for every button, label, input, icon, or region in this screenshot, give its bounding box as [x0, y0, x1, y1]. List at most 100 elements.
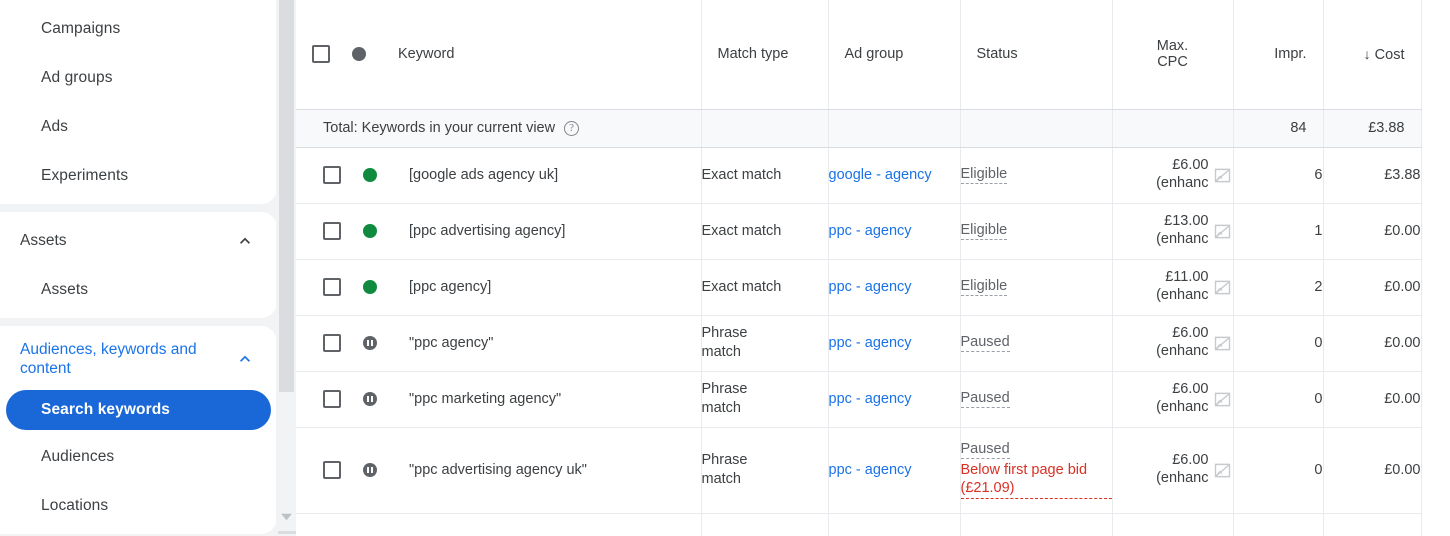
broken-image-icon: [1214, 280, 1230, 294]
select-all-checkbox-icon[interactable]: [312, 45, 330, 64]
status-badge[interactable]: Eligible: [960, 278, 1008, 297]
column-header-ad-group[interactable]: Ad group: [828, 0, 961, 110]
row-ad-group: ppc - agency: [828, 259, 961, 316]
total-cost: £3.88: [1323, 109, 1422, 148]
status-dot-icon: [363, 168, 377, 182]
checkbox-icon[interactable]: [323, 222, 341, 240]
row-match-type: Exact match: [701, 147, 829, 204]
nav-card-campaign-section: Campaigns Ad groups Ads Experiments: [0, 0, 277, 204]
nav-card-audiences-keywords-section: Audiences, keywords and content Search k…: [0, 326, 277, 534]
row-cost: £0.00: [1323, 315, 1422, 372]
total-maxcpc-cell: [1112, 109, 1234, 148]
table-row[interactable]: "ppc marketing agency" Phrase match ppc …: [296, 371, 1422, 428]
keyword-text: [ppc agency]: [409, 279, 492, 295]
sidebar-item-assets[interactable]: Assets: [0, 265, 277, 314]
sidebar-item-campaigns[interactable]: Campaigns: [0, 4, 277, 53]
sidebar-item-ad-groups[interactable]: Ad groups: [0, 53, 277, 102]
row-ad-group: ppc - agency: [828, 315, 961, 372]
sidebar-group-audiences-keywords-content[interactable]: Audiences, keywords and content: [0, 330, 277, 388]
status-badge[interactable]: Eligible: [960, 166, 1008, 185]
checkbox-icon[interactable]: [323, 334, 341, 352]
sidebar-item-label: Experiments: [41, 166, 129, 184]
keyword-text: "ppc marketing agency": [409, 391, 562, 407]
row-max-cpc: [1112, 513, 1234, 536]
column-header-keyword[interactable]: Keyword: [296, 0, 702, 110]
column-header-status[interactable]: Status: [960, 0, 1113, 110]
ad-group-link[interactable]: ppc - agency: [829, 223, 912, 239]
sidebar-item-audiences[interactable]: Audiences: [0, 432, 277, 481]
row-impressions: 0: [1233, 371, 1324, 428]
status-badge[interactable]: Paused: [960, 441, 1010, 460]
sidebar-item-ads[interactable]: Ads: [0, 102, 277, 151]
ad-group-link[interactable]: google - agency: [829, 167, 932, 183]
row-match-type: [701, 513, 829, 536]
row-max-cpc: £6.00 (enhanc: [1112, 315, 1234, 372]
keywords-table-panel: Keyword Match type Ad group Status Max. …: [296, 0, 1450, 536]
row-impressions: 0: [1233, 427, 1324, 514]
row-match-type: Exact match: [701, 203, 829, 260]
status-badge[interactable]: Paused: [960, 390, 1010, 409]
table-row-partial[interactable]: [296, 513, 1422, 536]
status-badge[interactable]: Paused: [960, 334, 1010, 353]
row-cost: £0.00: [1323, 259, 1422, 316]
column-header-label: Max. CPC: [1156, 38, 1189, 71]
row-max-cpc: £11.00 (enhanc: [1112, 259, 1234, 316]
status-badge[interactable]: Eligible: [960, 222, 1008, 241]
row-cost: £0.00: [1323, 371, 1422, 428]
row-impressions: 2: [1233, 259, 1324, 316]
column-header-label: Status: [976, 46, 1018, 63]
chevron-up-icon[interactable]: [233, 347, 257, 371]
column-header-max-cpc[interactable]: Max. CPC: [1112, 0, 1234, 110]
scroll-down-arrow-icon[interactable]: [280, 512, 293, 522]
table-row[interactable]: "ppc agency" Phrase match ppc - agency P…: [296, 315, 1422, 372]
row-match-type: Phrase match: [701, 371, 829, 428]
sidebar-item-label: Locations: [41, 496, 109, 514]
row-max-cpc: £13.00 (enhanc: [1112, 203, 1234, 260]
row-match-type: Phrase match: [701, 315, 829, 372]
keyword-text: "ppc agency": [409, 335, 494, 351]
row-ad-group: ppc - agency: [828, 203, 961, 260]
sidebar-scrollbar-thumb[interactable]: [279, 0, 294, 392]
ad-group-link[interactable]: ppc - agency: [829, 462, 912, 478]
table-body: Total: Keywords in your current view ? 8…: [296, 109, 1422, 536]
sidebar-item-experiments[interactable]: Experiments: [0, 151, 277, 200]
chevron-up-icon[interactable]: [233, 229, 257, 253]
checkbox-icon[interactable]: [323, 390, 341, 408]
status-warning-note[interactable]: Below first page bid (£21.09): [960, 462, 1112, 500]
column-header-label: Impr.: [1274, 46, 1307, 63]
sidebar-scrollbar[interactable]: [276, 0, 296, 536]
row-ad-group: ppc - agency: [828, 371, 961, 428]
left-navigation-sidebar: Campaigns Ad groups Ads Experiments Asse…: [0, 0, 296, 536]
row-keyword-cell: "ppc advertising agency uk": [296, 427, 702, 514]
max-cpc-value: £11.00 (enhanc: [1156, 269, 1209, 303]
table-row[interactable]: [google ads agency uk] Exact match googl…: [296, 147, 1422, 204]
ad-group-link[interactable]: ppc - agency: [829, 279, 912, 295]
row-impressions: 6: [1233, 147, 1324, 204]
column-header-label: Ad group: [844, 46, 904, 63]
broken-image-icon: [1214, 463, 1230, 477]
checkbox-icon[interactable]: [323, 461, 341, 479]
column-header-match-type[interactable]: Match type: [701, 0, 829, 110]
table-row[interactable]: [ppc advertising agency] Exact match ppc…: [296, 203, 1422, 260]
broken-image-icon: [1214, 224, 1230, 238]
checkbox-icon[interactable]: [323, 278, 341, 296]
sidebar-item-locations[interactable]: Locations: [0, 481, 277, 530]
checkbox-icon[interactable]: [323, 166, 341, 184]
ad-group-link[interactable]: ppc - agency: [829, 391, 912, 407]
ad-group-link[interactable]: ppc - agency: [829, 335, 912, 351]
total-match-cell: [701, 109, 829, 148]
row-ad-group: [828, 513, 961, 536]
table-header: Keyword Match type Ad group Status Max. …: [296, 0, 1422, 110]
sidebar-item-search-keywords[interactable]: Search keywords: [6, 390, 271, 430]
column-header-cost[interactable]: ↓ Cost: [1323, 0, 1422, 110]
table-row[interactable]: "ppc advertising agency uk" Phrase match…: [296, 427, 1422, 514]
row-status: Eligible: [960, 259, 1113, 316]
row-impressions: 1: [1233, 203, 1324, 260]
keyword-text: [google ads agency uk]: [409, 167, 559, 183]
sidebar-group-assets[interactable]: Assets: [0, 216, 277, 265]
help-question-icon[interactable]: ?: [564, 120, 580, 136]
status-dot-icon: [363, 336, 377, 350]
status-dot-icon: [352, 47, 366, 62]
table-row[interactable]: [ppc agency] Exact match ppc - agency El…: [296, 259, 1422, 316]
column-header-impressions[interactable]: Impr.: [1233, 0, 1324, 110]
